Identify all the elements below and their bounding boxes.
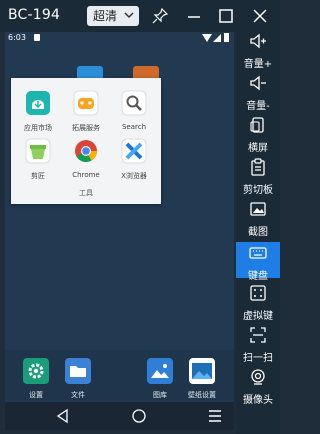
toolbar-label: 虚拟键 (243, 311, 273, 322)
toolbar-label: 音量+ (243, 59, 273, 70)
back-icon[interactable] (55, 408, 71, 424)
app-label: X浏览器 (121, 172, 147, 180)
settings-icon (23, 358, 49, 384)
jianjiang-icon (25, 138, 51, 164)
jianjiang-app[interactable]: 剪匠 (15, 138, 61, 181)
right-toolbar: 音量+ 音量- 横屏 剪切板 截图 键盘 虚拟键 扫一扫 摄像头 (236, 32, 280, 434)
x-browser-icon (121, 138, 147, 164)
toolbar-label: 音量- (246, 101, 270, 112)
title-bar: BC-194 超清 (0, 0, 280, 32)
dock-wallpaper[interactable]: 壁纸设置 (184, 358, 220, 400)
app-label: 剪匠 (31, 172, 45, 180)
toolbar-rotate[interactable]: 横屏 (236, 116, 280, 154)
search-app[interactable]: Search (111, 90, 157, 131)
quality-select[interactable]: 超清 (87, 6, 139, 26)
phone-screen[interactable]: 6:03 应用市场 拓展服务 Search 剪匠 Chrome X浏览器 工具 … (5, 32, 234, 430)
app-market[interactable]: 应用市场 (15, 90, 61, 133)
home-icon[interactable] (131, 408, 147, 424)
dock-settings[interactable]: 设置 (18, 358, 54, 400)
toolbar-screenshot[interactable]: 截图 (236, 200, 280, 238)
app-label: Search (121, 123, 147, 131)
chrome-app[interactable]: Chrome (63, 138, 109, 179)
toolbar-camera[interactable]: 摄像头 (236, 368, 280, 406)
toolbar-volume-down[interactable]: 音量- (236, 74, 280, 112)
close-icon[interactable] (252, 8, 268, 24)
menu-icon[interactable] (207, 408, 223, 424)
toolbar-label: 扫一扫 (243, 353, 273, 364)
app-label: 拓展服务 (72, 124, 100, 132)
toolbar-label: 摄像头 (243, 395, 273, 406)
search-icon (121, 90, 147, 116)
toolbar-volume-up[interactable]: 音量+ (236, 32, 280, 70)
chevron-down-icon (124, 12, 134, 19)
volume-down-icon (250, 75, 266, 91)
scan-icon (250, 327, 266, 343)
app-label: 应用市场 (24, 124, 52, 132)
folder-name: 工具 (79, 189, 93, 197)
app-label: 图库 (153, 391, 167, 399)
clipboard-icon (251, 158, 265, 176)
dock-files[interactable]: 文件 (60, 358, 96, 400)
toolbar-virtual-keys[interactable]: 虚拟键 (236, 284, 280, 322)
app-label: Chrome (72, 171, 100, 179)
extension-service[interactable]: 拓展服务 (63, 90, 109, 133)
app-label: 文件 (71, 391, 85, 399)
status-bar: 6:03 (5, 32, 234, 44)
volume-up-icon (250, 33, 266, 49)
maximize-icon[interactable] (218, 8, 234, 24)
pin-icon[interactable] (152, 8, 168, 24)
toolbar-label: 截图 (248, 227, 268, 238)
toolbar-scan[interactable]: 扫一扫 (236, 326, 280, 364)
dock: 设置 文件 图库 壁纸设置 (5, 350, 234, 400)
app-label: 设置 (29, 391, 43, 399)
status-time: 6:03 (8, 33, 26, 42)
files-icon (65, 358, 91, 384)
screenshot-icon (250, 202, 266, 216)
gallery-icon (147, 358, 173, 384)
keyboard-icon (249, 247, 267, 259)
toolbar-label: 键盘 (248, 271, 268, 282)
toolbar-keyboard[interactable]: 键盘 (236, 242, 280, 282)
x-browser-app[interactable]: X浏览器 (111, 138, 157, 181)
notification-icon (34, 34, 40, 41)
chrome-icon (75, 140, 97, 162)
toolbar-clipboard[interactable]: 剪切板 (236, 158, 280, 196)
signal-icon (213, 34, 221, 42)
camera-icon (251, 369, 265, 385)
rotate-icon (250, 117, 264, 133)
wallpaper-icon (189, 358, 215, 384)
tools-folder-popup: 应用市场 拓展服务 Search 剪匠 Chrome X浏览器 工具 (11, 78, 161, 204)
quality-label: 超清 (93, 9, 118, 23)
minimize-icon[interactable] (186, 8, 202, 24)
toolbar-label: 剪切板 (243, 185, 273, 196)
toolbar-label: 横屏 (248, 143, 268, 154)
extension-service-icon (73, 90, 99, 116)
app-label: 壁纸设置 (188, 391, 216, 399)
app-market-icon (26, 91, 50, 115)
wifi-icon (202, 34, 212, 42)
android-nav-bar (5, 402, 234, 430)
battery-icon (224, 33, 229, 42)
virtual-keys-icon (250, 285, 266, 301)
dock-gallery[interactable]: 图库 (142, 358, 178, 400)
window-title: BC-194 (8, 7, 61, 23)
